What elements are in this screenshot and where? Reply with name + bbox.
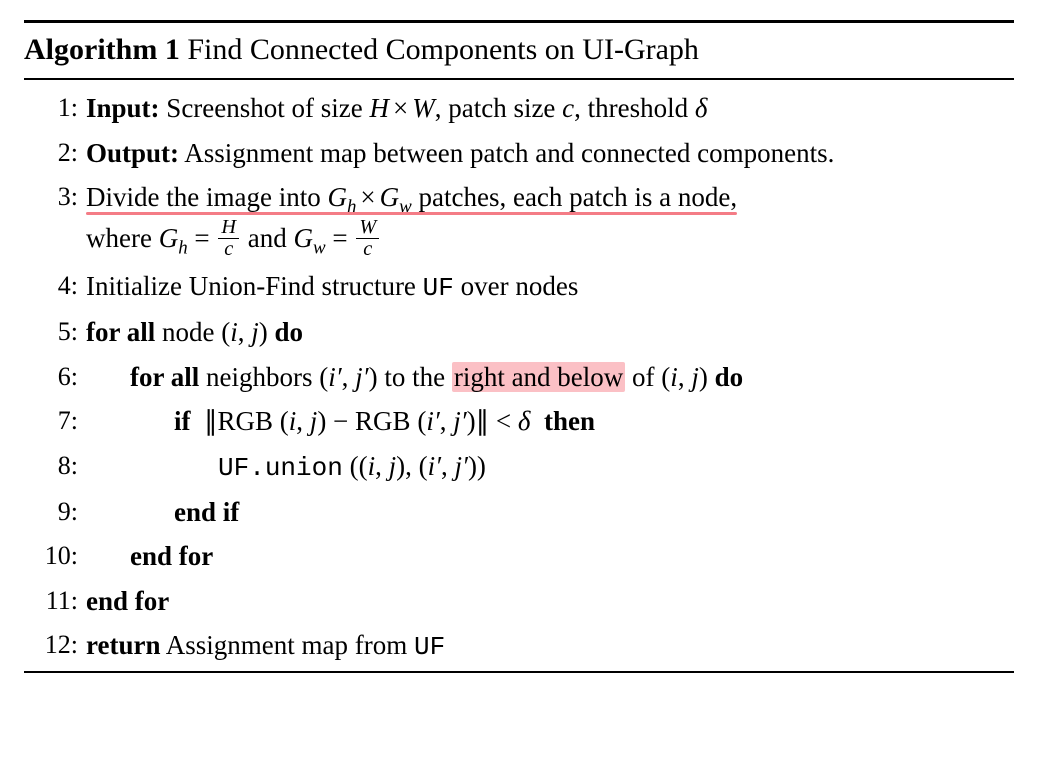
keyword-return: return xyxy=(86,630,161,660)
text: patches, each patch is a node, xyxy=(412,182,737,212)
algo-line: 11: end for xyxy=(24,579,1014,624)
algo-line: 7: if ∥RGB (i, j) − RGB (i′, j′)∥ < δ th… xyxy=(24,399,1014,444)
text: over nodes xyxy=(454,271,578,301)
math-Gh2: Gh xyxy=(159,223,188,253)
line-content: end for xyxy=(86,581,1014,622)
math-jp: j′ xyxy=(355,362,368,392)
math-Gw2: Gw xyxy=(294,223,326,253)
math-j: j xyxy=(251,317,259,347)
text: to the xyxy=(378,362,452,392)
line-number: 6: xyxy=(24,357,86,396)
algo-line: 3: Divide the image into Gh×Gw patches, … xyxy=(24,175,1014,264)
line-number: 7: xyxy=(24,401,86,440)
keyword-then: then xyxy=(544,406,595,436)
fraction-Hc: Hc xyxy=(218,217,239,261)
code-uf: UF xyxy=(423,273,454,303)
text: and xyxy=(248,223,294,253)
keyword-endfor: end for xyxy=(130,541,213,571)
algo-line: 5: for all node (i, j) do xyxy=(24,310,1014,355)
code-union: .union xyxy=(249,453,343,483)
line-content: Input: Screenshot of size H×W, patch siz… xyxy=(86,88,1014,129)
math-delta: δ xyxy=(518,406,531,436)
highlighted-text: right and below xyxy=(452,362,625,392)
line-content: Output: Assignment map between patch and… xyxy=(86,133,1014,174)
algorithm-title-row: Algorithm 1 Find Connected Components on… xyxy=(24,23,1014,80)
annotated-underline: Divide the image into Gh×Gw patches, eac… xyxy=(86,182,737,212)
text: of xyxy=(625,362,661,392)
lt: < xyxy=(496,406,511,436)
keyword-input: Input: xyxy=(86,93,160,123)
line-content: if ∥RGB (i, j) − RGB (i′, j′)∥ < δ then xyxy=(86,401,1014,442)
line-content: for all neighbors (i′, j′) to the right … xyxy=(86,357,1014,398)
line-content: UF.union ((i, j), (i′, j′)) xyxy=(86,446,1014,488)
math-delta: δ xyxy=(695,93,708,123)
algo-line: 1: Input: Screenshot of size H×W, patch … xyxy=(24,86,1014,131)
eq: = xyxy=(332,223,347,253)
algo-line: 10: end for xyxy=(24,534,1014,579)
line-number: 11: xyxy=(24,581,86,620)
line-number: 10: xyxy=(24,536,86,575)
math-Gw: Gw xyxy=(380,182,412,212)
keyword-endfor: end for xyxy=(86,586,169,616)
text: Assignment map from xyxy=(166,630,414,660)
line-number: 12: xyxy=(24,625,86,664)
line-number: 1: xyxy=(24,88,86,127)
keyword-do: do xyxy=(715,362,744,392)
text: , threshold xyxy=(574,93,695,123)
algorithm-label: Algorithm 1 xyxy=(24,33,180,66)
keyword-output: Output: xyxy=(86,138,179,168)
text: Divide the image into xyxy=(86,182,327,212)
algo-line: 2: Output: Assignment map between patch … xyxy=(24,131,1014,176)
keyword-if: if xyxy=(174,406,191,436)
algo-line: 8: UF.union ((i, j), (i′, j′)) xyxy=(24,444,1014,490)
fraction-Wc: Wc xyxy=(356,217,379,261)
text: neighbors xyxy=(206,362,319,392)
line-content: return Assignment map from UF xyxy=(86,625,1014,667)
text: node xyxy=(162,317,221,347)
math-W: W xyxy=(412,93,435,123)
line-content: Divide the image into Gh×Gw patches, eac… xyxy=(86,177,1014,262)
algorithm-caption: Find Connected Components on UI-Graph xyxy=(187,33,699,66)
text: where xyxy=(86,223,159,253)
math-i: i xyxy=(230,317,238,347)
line-number: 4: xyxy=(24,266,86,305)
algo-line: 6: for all neighbors (i′, j′) to the rig… xyxy=(24,355,1014,400)
math-ip: i′ xyxy=(328,362,341,392)
line-number: 9: xyxy=(24,492,86,531)
code-uf: UF xyxy=(414,632,445,662)
keyword-endif: end if xyxy=(174,497,239,527)
algo-line: 12: return Assignment map from UF xyxy=(24,623,1014,669)
text: Assignment map between patch and connect… xyxy=(184,138,834,168)
text: Screenshot of size xyxy=(166,93,369,123)
line-number: 8: xyxy=(24,446,86,485)
algo-line: 9: end if xyxy=(24,490,1014,535)
keyword-forall: for all xyxy=(86,317,155,347)
code-uf: UF xyxy=(218,453,249,483)
text: Initialize Union-Find structure xyxy=(86,271,423,301)
keyword-do: do xyxy=(275,317,304,347)
line-content: end for xyxy=(86,536,1014,577)
rgb: RGB xyxy=(218,406,274,436)
eq: = xyxy=(194,223,209,253)
line-content: Initialize Union-Find structure UF over … xyxy=(86,266,1014,308)
algorithm-body: 1: Input: Screenshot of size H×W, patch … xyxy=(24,80,1014,671)
line-number: 2: xyxy=(24,133,86,172)
text: , patch size xyxy=(435,93,562,123)
math-H: H xyxy=(369,93,389,123)
line-content: for all node (i, j) do xyxy=(86,312,1014,353)
line-number: 5: xyxy=(24,312,86,351)
math-c: c xyxy=(562,93,574,123)
keyword-forall: for all xyxy=(130,362,199,392)
line-number: 3: xyxy=(24,177,86,216)
line-content: end if xyxy=(86,492,1014,533)
algorithm-block: Algorithm 1 Find Connected Components on… xyxy=(24,20,1014,673)
rgb: RGB xyxy=(355,406,411,436)
math-Gh: Gh xyxy=(327,182,356,212)
algo-line: 4: Initialize Union-Find structure UF ov… xyxy=(24,264,1014,310)
